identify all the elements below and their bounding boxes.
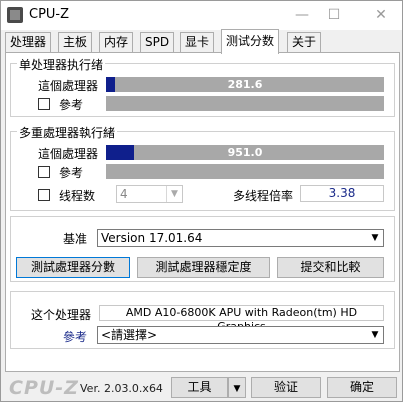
tools-button[interactable]: 工具 [171,377,228,398]
bench-panel: 单处理器执行绪 這個處理器 281.6 參考 多重處理器執行緒 這個處理器 95… [5,52,400,372]
tab-processor[interactable]: 处理器 [5,32,52,53]
base-version-select[interactable]: Version 17.01.64 ▼ [97,229,384,247]
multi-this-bar: 951.0 [106,145,384,160]
chevron-down-icon: ▼ [371,330,379,340]
base-label: 基准 [63,232,88,246]
this-processor-label: 这个处理器 [31,308,92,322]
window-title: CPU-Z [29,7,70,22]
minimize-button[interactable]: — [287,5,317,25]
submit-compare-button[interactable]: 提交和比較 [277,257,384,278]
caret-down-icon: ▼ [233,384,241,394]
single-ref-bar [106,96,384,111]
reference-label: 參考 [63,330,88,344]
bench-cpu-button[interactable]: 測試處理器分數 [16,257,130,278]
version-text: Ver. 2.03.0.x64 [80,382,163,395]
single-thread-title: 单处理器执行绪 [17,56,106,73]
tools-dropdown-button[interactable]: ▼ [228,377,246,398]
base-version-value: Version 17.01.64 [101,231,203,245]
processor-group: 这个处理器 AMD A10-6800K APU with Radeon(tm) … [10,291,395,349]
title-bar[interactable]: CPU-Z — ☐ ✕ [1,1,402,30]
ok-button[interactable]: 确定 [327,377,397,398]
stress-cpu-button[interactable]: 測試處理器穩定度 [137,257,270,278]
cpuz-logo: CPU-Z [9,377,79,399]
tab-bench[interactable]: 测试分数 [221,29,280,54]
reference-select-value: <請選擇> [101,328,158,342]
cpuz-app-icon [7,7,23,23]
reference-select[interactable]: <請選擇> ▼ [97,326,384,344]
bottom-bar: CPU-Z Ver. 2.03.0.x64 工具 ▼ 验证 确定 [1,373,402,401]
multi-this-score: 951.0 [227,146,263,159]
close-button[interactable]: ✕ [366,5,396,25]
tab-memory[interactable]: 内存 [99,32,134,53]
tab-about[interactable]: 关于 [287,32,322,53]
multi-this-label: 這個處理器 [38,147,99,161]
multi-ref-checkbox[interactable] [38,166,50,178]
maximize-button[interactable]: ☐ [319,5,349,25]
multi-thread-group: 多重處理器執行緒 這個處理器 951.0 參考 线程数 4 ▼ 多线程倍率 3.… [10,124,395,211]
threads-checkbox[interactable] [38,189,50,201]
chevron-down-icon: ▼ [371,233,379,243]
threads-label: 线程数 [59,189,96,203]
multi-ref-label: 參考 [59,166,84,180]
multithread-ratio-label: 多线程倍率 [233,189,294,203]
threads-select[interactable]: 4 ▼ [116,185,183,203]
multithread-ratio-value: 3.38 [300,185,384,202]
single-ref-checkbox[interactable] [38,98,50,110]
tab-bar: 处理器 主板 内存 SPD 显卡 测试分数 关于 [5,29,400,54]
tab-mainboard[interactable]: 主板 [58,32,93,53]
validate-button[interactable]: 验证 [251,377,321,398]
tab-graphics[interactable]: 显卡 [180,32,215,53]
single-this-bar: 281.6 [106,77,384,92]
benchmark-group: 基准 Version 17.01.64 ▼ 測試處理器分數 測試處理器穩定度 提… [10,216,395,282]
single-this-label: 這個處理器 [38,79,99,93]
multi-thread-title: 多重處理器執行緒 [17,124,118,141]
chevron-down-icon: ▼ [166,186,182,202]
tab-spd[interactable]: SPD [140,32,175,53]
multi-ref-bar [106,164,384,179]
cpuz-window: CPU-Z — ☐ ✕ 处理器 主板 内存 SPD 显卡 测试分数 关于 单处理… [0,0,403,402]
this-processor-value: AMD A10-6800K APU with Radeon(tm) HD Gra… [99,305,384,333]
single-thread-group: 单处理器执行绪 這個處理器 281.6 參考 [10,56,395,117]
threads-select-value: 4 [120,187,128,201]
single-this-score: 281.6 [227,78,263,91]
single-ref-label: 參考 [59,98,84,112]
